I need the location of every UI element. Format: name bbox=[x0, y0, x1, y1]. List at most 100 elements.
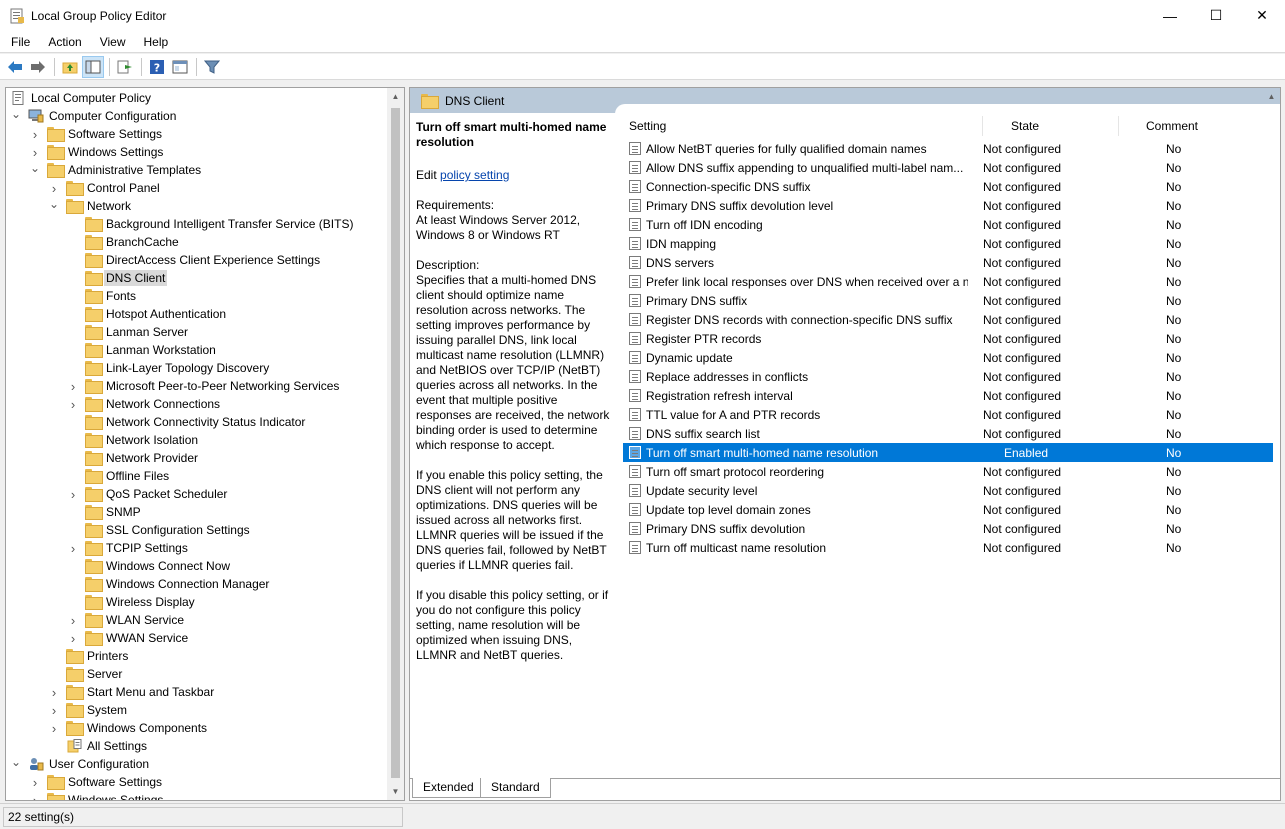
show-hide-tree-button[interactable] bbox=[82, 55, 104, 78]
menu-file[interactable]: File bbox=[0, 35, 37, 49]
expand-chevron-icon[interactable]: › bbox=[29, 791, 41, 801]
close-button[interactable]: ✕ bbox=[1239, 0, 1285, 31]
tree-item[interactable]: › Windows Settings bbox=[29, 143, 165, 161]
tab-standard[interactable]: Standard bbox=[480, 778, 551, 798]
tree-item[interactable]: ⌄ User Configuration bbox=[10, 755, 151, 773]
tree-item[interactable]: ⌄ Network bbox=[48, 197, 133, 215]
expand-chevron-icon[interactable]: › bbox=[29, 773, 41, 791]
tree-item[interactable]: SNMP bbox=[67, 503, 143, 521]
tree-item[interactable]: Lanman Server bbox=[67, 323, 190, 341]
setting-row[interactable]: Dynamic update Not configured No bbox=[623, 348, 1273, 367]
scroll-up-arrow-icon[interactable]: ▲ bbox=[387, 88, 404, 105]
tree-item[interactable]: ⌄ Administrative Templates bbox=[29, 161, 203, 179]
up-folder-button[interactable] bbox=[59, 56, 81, 78]
menu-action[interactable]: Action bbox=[37, 35, 88, 49]
setting-row[interactable]: Update top level domain zones Not configu… bbox=[623, 500, 1273, 519]
column-header-setting[interactable]: Setting bbox=[629, 119, 666, 133]
setting-row[interactable]: Update security level Not configured No bbox=[623, 481, 1273, 500]
setting-row[interactable]: IDN mapping Not configured No bbox=[623, 234, 1273, 253]
tree-item[interactable]: › Windows Settings bbox=[29, 791, 165, 801]
tree-item[interactable]: DirectAccess Client Experience Settings bbox=[67, 251, 322, 269]
setting-row[interactable]: Register DNS records with connection-spe… bbox=[623, 310, 1273, 329]
tree-item[interactable]: Server bbox=[48, 665, 124, 683]
menu-view[interactable]: View bbox=[89, 35, 133, 49]
console-tree[interactable]: Local Computer Policy ⌄ Computer Configura… bbox=[5, 87, 405, 801]
tree-item[interactable]: › TCPIP Settings bbox=[67, 539, 190, 557]
setting-row[interactable]: Turn off smart multi-homed name resoluti… bbox=[623, 443, 1273, 462]
forward-button[interactable] bbox=[27, 56, 49, 78]
menu-help[interactable]: Help bbox=[133, 35, 176, 49]
tree-item[interactable]: › QoS Packet Scheduler bbox=[67, 485, 229, 503]
tree-item[interactable]: BranchCache bbox=[67, 233, 181, 251]
column-header-state[interactable]: State bbox=[1011, 119, 1039, 133]
tree-scrollbar[interactable]: ▲ ▼ bbox=[387, 88, 404, 800]
setting-row[interactable]: Primary DNS suffix Not configured No bbox=[623, 291, 1273, 310]
tree-item[interactable]: › Start Menu and Taskbar bbox=[48, 683, 216, 701]
setting-row[interactable]: Allow NetBT queries for fully qualified … bbox=[623, 139, 1273, 158]
tree-scrollbar-thumb[interactable] bbox=[391, 108, 400, 778]
setting-row[interactable]: Turn off IDN encoding Not configured No bbox=[623, 215, 1273, 234]
tree-item[interactable]: › Windows Components bbox=[48, 719, 209, 737]
tab-extended[interactable]: Extended bbox=[412, 778, 485, 798]
expand-chevron-icon[interactable]: › bbox=[48, 179, 60, 197]
scroll-down-arrow-icon[interactable]: ▼ bbox=[387, 783, 404, 800]
tree-item[interactable]: Link-Layer Topology Discovery bbox=[67, 359, 271, 377]
setting-row[interactable]: Replace addresses in conflicts Not config… bbox=[623, 367, 1273, 386]
properties-view-button[interactable] bbox=[169, 56, 191, 78]
expand-chevron-icon[interactable]: › bbox=[29, 143, 41, 161]
setting-row[interactable]: DNS servers Not configured No bbox=[623, 253, 1273, 272]
column-separator[interactable] bbox=[982, 116, 983, 136]
expand-chevron-icon[interactable]: › bbox=[29, 125, 41, 143]
collapse-chevron-icon[interactable]: ⌄ bbox=[10, 755, 22, 773]
edit-policy-setting-link[interactable]: policy setting bbox=[440, 168, 509, 182]
filter-button[interactable] bbox=[201, 56, 223, 78]
expand-chevron-icon[interactable]: › bbox=[48, 701, 60, 719]
expand-chevron-icon[interactable]: › bbox=[67, 539, 79, 557]
expand-chevron-icon[interactable]: › bbox=[67, 611, 79, 629]
collapse-chevron-icon[interactable]: ⌄ bbox=[29, 161, 41, 179]
tree-item[interactable]: Lanman Workstation bbox=[67, 341, 218, 359]
expand-chevron-icon[interactable]: › bbox=[67, 629, 79, 647]
expand-chevron-icon[interactable]: › bbox=[67, 377, 79, 395]
tree-item[interactable]: › WLAN Service bbox=[67, 611, 186, 629]
back-button[interactable] bbox=[4, 56, 26, 78]
setting-row[interactable]: Turn off smart protocol reordering Not co… bbox=[623, 462, 1273, 481]
maximize-button[interactable]: ☐ bbox=[1193, 0, 1239, 31]
expand-chevron-icon[interactable]: › bbox=[48, 719, 60, 737]
expand-chevron-icon[interactable]: › bbox=[48, 683, 60, 701]
setting-row[interactable]: Registration refresh interval Not configu… bbox=[623, 386, 1273, 405]
tree-item[interactable]: Network Provider bbox=[67, 449, 200, 467]
tree-item[interactable]: All Settings bbox=[48, 737, 149, 755]
tree-item[interactable]: › Software Settings bbox=[29, 125, 164, 143]
tree-item[interactable]: Fonts bbox=[67, 287, 138, 305]
help-button[interactable]: ? bbox=[146, 56, 168, 78]
scroll-up-arrow-icon[interactable]: ▲ bbox=[1263, 88, 1280, 105]
setting-row[interactable]: TTL value for A and PTR records Not confi… bbox=[623, 405, 1273, 424]
collapse-chevron-icon[interactable]: ⌄ bbox=[10, 107, 22, 125]
tree-item[interactable]: Network Connectivity Status Indicator bbox=[67, 413, 307, 431]
tree-item[interactable]: Windows Connection Manager bbox=[67, 575, 271, 593]
setting-row[interactable]: Turn off multicast name resolution Not co… bbox=[623, 538, 1273, 557]
minimize-button[interactable]: — bbox=[1147, 0, 1193, 31]
tree-item[interactable]: Network Isolation bbox=[67, 431, 200, 449]
tree-item[interactable]: › System bbox=[48, 701, 129, 719]
setting-row[interactable]: Allow DNS suffix appending to unqualifie… bbox=[623, 158, 1273, 177]
tree-item[interactable]: › WWAN Service bbox=[67, 629, 190, 647]
tree-item[interactable]: › Network Connections bbox=[67, 395, 222, 413]
expand-chevron-icon[interactable]: › bbox=[67, 395, 79, 413]
column-separator[interactable] bbox=[1118, 116, 1119, 136]
setting-row[interactable]: Connection-specific DNS suffix Not config… bbox=[623, 177, 1273, 196]
tree-item[interactable]: Offline Files bbox=[67, 467, 171, 485]
tree-item[interactable]: › Control Panel bbox=[48, 179, 162, 197]
tree-item[interactable]: Background Intelligent Transfer Service … bbox=[67, 215, 355, 233]
tree-item[interactable]: ⌄ Computer Configuration bbox=[10, 107, 178, 125]
column-header-comment[interactable]: Comment bbox=[1146, 119, 1198, 133]
tree-item[interactable]: Printers bbox=[48, 647, 130, 665]
tree-item[interactable]: Hotspot Authentication bbox=[67, 305, 228, 323]
tree-item[interactable]: › Software Settings bbox=[29, 773, 164, 791]
setting-row[interactable]: DNS suffix search list Not configured No bbox=[623, 424, 1273, 443]
tree-item[interactable]: Local Computer Policy bbox=[10, 89, 153, 107]
collapse-chevron-icon[interactable]: ⌄ bbox=[48, 197, 60, 215]
expand-chevron-icon[interactable]: › bbox=[67, 485, 79, 503]
setting-row[interactable]: Primary DNS suffix devolution Not configu… bbox=[623, 519, 1273, 538]
